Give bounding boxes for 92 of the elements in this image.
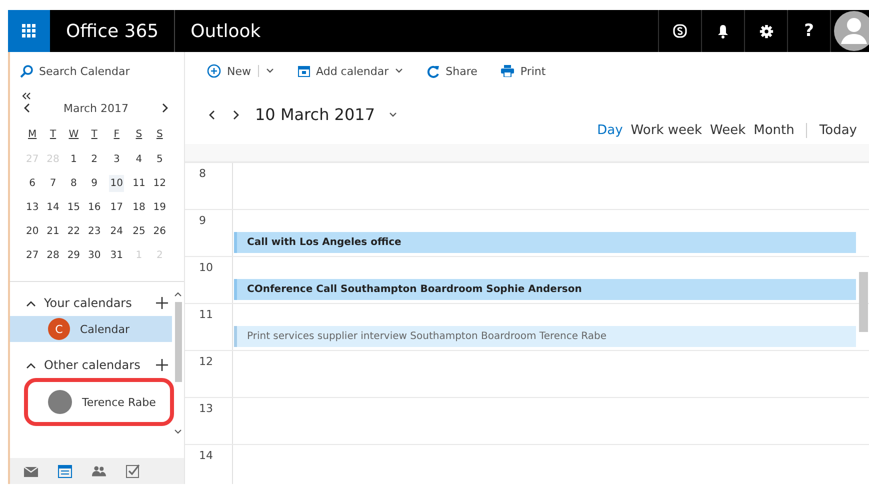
add-calendar-icon[interactable] bbox=[156, 297, 168, 309]
add-calendar-icon[interactable] bbox=[156, 359, 168, 371]
calendar-day[interactable]: 16 bbox=[84, 195, 105, 219]
search-icon bbox=[20, 64, 33, 78]
share-icon bbox=[426, 64, 440, 78]
calendar-day[interactable]: 13 bbox=[22, 195, 43, 219]
calendar-list-item[interactable]: C Calendar bbox=[10, 316, 172, 342]
weekday-label: W bbox=[68, 128, 80, 142]
avatar-icon[interactable] bbox=[831, 10, 869, 52]
calendar-day[interactable]: 19 bbox=[149, 195, 170, 219]
calendar-color-badge: C bbox=[48, 318, 70, 340]
printer-icon bbox=[501, 65, 514, 77]
calendar-day[interactable]: 8 bbox=[63, 171, 84, 195]
toolbar-button[interactable]: Share bbox=[426, 64, 478, 78]
next-day-icon[interactable] bbox=[231, 110, 241, 120]
today-button[interactable]: Today bbox=[819, 123, 857, 138]
weekday-label: T bbox=[90, 128, 98, 142]
calendar-group-title[interactable]: Other calendars bbox=[44, 358, 148, 372]
calendar-nav-icon[interactable] bbox=[58, 463, 72, 479]
calendar-day[interactable]: 12 bbox=[149, 171, 170, 195]
hour-label: 9 bbox=[185, 210, 233, 256]
calendar-day[interactable]: 15 bbox=[63, 195, 84, 219]
hour-label: 10 bbox=[185, 257, 233, 303]
calendar-day[interactable]: 23 bbox=[84, 219, 105, 243]
collapse-calendar-icon[interactable] bbox=[22, 92, 31, 100]
people-nav-icon[interactable] bbox=[92, 463, 106, 479]
calendar-day[interactable]: 11 bbox=[128, 171, 150, 195]
previous-month-icon[interactable] bbox=[22, 103, 32, 113]
settings-icon[interactable] bbox=[758, 24, 774, 38]
weekday-label: S bbox=[134, 128, 144, 142]
hour-label: 13 bbox=[185, 398, 233, 444]
view-tab[interactable]: Month bbox=[754, 123, 794, 138]
calendar-day[interactable]: 14 bbox=[42, 195, 64, 219]
calendar-day[interactable]: 30 bbox=[84, 243, 105, 267]
calendar-day[interactable]: 2 bbox=[84, 147, 105, 171]
calendar-day[interactable]: 10 bbox=[104, 171, 129, 195]
month-title: March 2017 bbox=[63, 102, 129, 114]
calendar-list-item[interactable]: Terence Rabe bbox=[34, 388, 164, 416]
calendar-event[interactable]: Call with Los Angeles office bbox=[234, 232, 856, 253]
plus-circle-icon bbox=[207, 64, 221, 78]
skype-icon[interactable] bbox=[673, 24, 687, 38]
calendar-day[interactable]: 6 bbox=[22, 171, 43, 195]
calendar-day[interactable]: 29 bbox=[63, 243, 84, 267]
calendar-day[interactable]: 9 bbox=[84, 171, 105, 195]
collapse-caret-icon[interactable] bbox=[26, 362, 36, 368]
toolbar-button[interactable]: Add calendar bbox=[298, 64, 403, 78]
weekday-label: S bbox=[155, 128, 164, 142]
help-button[interactable]: ? bbox=[804, 21, 814, 41]
next-month-icon[interactable] bbox=[160, 103, 170, 113]
calendar-day[interactable]: 22 bbox=[63, 219, 84, 243]
calendar-day[interactable]: 31 bbox=[104, 243, 129, 267]
hour-label: 12 bbox=[185, 351, 233, 397]
app-launcher-icon bbox=[22, 24, 36, 38]
calendar-day[interactable]: 17 bbox=[104, 195, 129, 219]
calendar-day[interactable]: 7 bbox=[42, 171, 64, 195]
view-tab[interactable]: Week bbox=[710, 123, 746, 138]
photo-placeholder bbox=[48, 390, 72, 414]
toolbar-button[interactable]: New bbox=[207, 64, 274, 78]
dropdown-caret-icon bbox=[389, 112, 398, 118]
view-tab[interactable]: Work week bbox=[630, 123, 702, 138]
hour-label: 11 bbox=[185, 304, 233, 350]
previous-day-icon[interactable] bbox=[207, 110, 217, 120]
tasks-nav-icon[interactable] bbox=[126, 463, 140, 479]
date-title[interactable]: 10 March 2017 bbox=[255, 105, 376, 124]
calendar-day[interactable]: 5 bbox=[149, 147, 170, 171]
calendar-day[interactable]: 18 bbox=[128, 195, 150, 219]
calendar-day[interactable]: 1 bbox=[63, 147, 84, 171]
hour-label: 8 bbox=[185, 163, 233, 209]
calendar-day[interactable]: 26 bbox=[149, 219, 170, 243]
calendar-day[interactable]: 3 bbox=[104, 147, 129, 171]
bell-icon[interactable] bbox=[717, 24, 729, 38]
calendar-day[interactable]: 20 bbox=[22, 219, 43, 243]
scrollbar[interactable] bbox=[859, 272, 868, 332]
weekday-label: M bbox=[27, 128, 38, 142]
calendar-day[interactable]: 24 bbox=[104, 219, 129, 243]
calendar-day[interactable]: 25 bbox=[128, 219, 150, 243]
hour-label: 14 bbox=[185, 445, 233, 484]
calendar-day[interactable]: 21 bbox=[42, 219, 64, 243]
calendar-day[interactable]: 28 bbox=[42, 243, 64, 267]
calendar-day[interactable]: 4 bbox=[128, 147, 150, 171]
collapse-caret-icon[interactable] bbox=[26, 300, 36, 306]
app-launcher-button[interactable] bbox=[8, 10, 50, 52]
calendar-group-title[interactable]: Your calendars bbox=[44, 296, 148, 310]
calendar-event[interactable]: Print services supplier interview Southampton Boardroom Terence Rabe bbox=[234, 326, 856, 347]
calendar-day[interactable]: 27 bbox=[22, 243, 43, 267]
toolbar-button[interactable]: Print bbox=[501, 64, 546, 78]
app-title[interactable]: Outlook bbox=[174, 10, 277, 52]
view-tab[interactable]: Day bbox=[597, 123, 623, 138]
calendar-icon bbox=[298, 65, 310, 77]
weekday-label: F bbox=[112, 128, 121, 142]
calendar-event[interactable]: COnference Call Southampton Boardroom Sophie Anderson bbox=[234, 279, 856, 300]
weekday-label: T bbox=[48, 128, 58, 142]
